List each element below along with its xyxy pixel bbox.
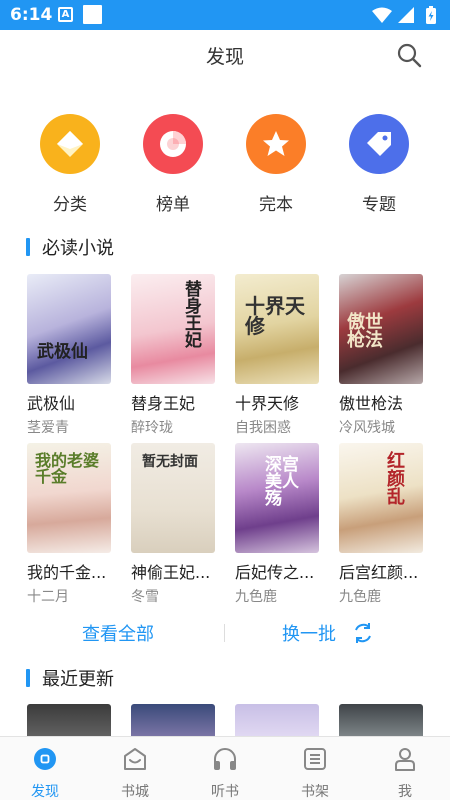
- cover-title: 十界天修: [245, 294, 305, 338]
- nav-discover[interactable]: 发现: [0, 737, 90, 800]
- book-cover: 暂无封面: [131, 443, 215, 553]
- bookshelf-icon: [304, 748, 326, 770]
- book-title: 后妃传之...: [235, 563, 315, 582]
- book-author: 醉玲珑: [131, 420, 173, 436]
- cover-title: 替身王妃: [185, 280, 202, 351]
- bookstore-icon: [124, 748, 146, 770]
- book-card[interactable]: 深宫美人殇 后妃传之... 九色鹿: [235, 443, 319, 606]
- action-divider: [224, 624, 225, 642]
- book-cover: 深宫美人殇: [235, 443, 319, 553]
- category-classify[interactable]: 分类: [25, 110, 115, 215]
- category-label: 榜单: [156, 195, 190, 215]
- nav-label: 书城: [121, 784, 149, 800]
- book-author: 十二月: [27, 589, 69, 605]
- cover-title: 我的老婆千金: [35, 451, 100, 486]
- book-author: 冷风残城: [339, 420, 395, 436]
- system-status-icons: [372, 6, 436, 24]
- notification-a-icon: A: [58, 7, 73, 22]
- book-card[interactable]: 暂无封面 神偷王妃... 冬雪: [131, 443, 215, 606]
- category-shortcuts: 分类 榜单 完本 专题: [0, 110, 450, 220]
- book-cover: 替身王妃: [131, 274, 215, 384]
- section-actions: 查看全部 换一批: [0, 616, 450, 650]
- category-finished[interactable]: 完本: [231, 110, 321, 215]
- book-author: 自我困惑: [235, 420, 291, 436]
- book-title: 武极仙: [27, 394, 76, 413]
- recent-book-cover[interactable]: [339, 704, 423, 736]
- section-title: 必读小说: [42, 238, 114, 259]
- nav-profile[interactable]: 我: [360, 737, 450, 800]
- book-card[interactable]: 武极仙 武极仙 茎爱青: [27, 274, 111, 437]
- book-cover: 傲世枪法: [339, 274, 423, 384]
- nav-bookstore[interactable]: 书城: [90, 737, 180, 800]
- cover-title: 武极仙: [37, 342, 88, 362]
- refresh-icon[interactable]: [352, 622, 374, 644]
- profile-icon: [395, 748, 415, 771]
- book-cover: 我的老婆千金: [27, 443, 111, 553]
- book-card[interactable]: 傲世枪法 傲世枪法 冷风残城: [339, 274, 423, 437]
- cover-title: 傲世枪法: [347, 312, 383, 351]
- bottom-navigation: 发现 书城 听书 书架 我: [0, 736, 450, 800]
- section-accent-bar: [26, 669, 30, 687]
- signal-icon: [398, 7, 414, 23]
- book-author: 九色鹿: [235, 589, 277, 605]
- refresh-batch-button[interactable]: 换一批: [282, 620, 336, 646]
- book-title: 后宫红颜...: [339, 563, 419, 582]
- diamond-icon: [40, 114, 100, 174]
- wifi-icon: [372, 7, 392, 23]
- recent-book-cover[interactable]: [235, 704, 319, 736]
- battery-icon: [426, 6, 436, 24]
- chart-ring-icon: [143, 114, 203, 174]
- category-label: 专题: [362, 195, 396, 215]
- page-title: 发现: [205, 46, 244, 68]
- nav-label: 书架: [301, 784, 329, 800]
- category-topics[interactable]: 专题: [334, 110, 424, 215]
- tag-icon: [349, 114, 409, 174]
- book-card[interactable]: 替身王妃 替身王妃 醉玲珑: [131, 274, 215, 437]
- status-bar: 6:14 A: [0, 0, 450, 30]
- category-ranking[interactable]: 榜单: [128, 110, 218, 215]
- book-title: 傲世枪法: [339, 394, 404, 413]
- star-icon: [246, 114, 306, 174]
- book-title: 十界天修: [235, 394, 300, 413]
- nav-audiobooks[interactable]: 听书: [180, 737, 270, 800]
- headphones-icon: [214, 748, 236, 770]
- search-icon[interactable]: [396, 42, 422, 68]
- recent-book-cover[interactable]: [131, 704, 215, 736]
- recent-book-cover[interactable]: [27, 704, 111, 736]
- book-cover: 武极仙: [27, 274, 111, 384]
- book-card[interactable]: 红颜乱 后宫红颜... 九色鹿: [339, 443, 423, 606]
- nav-label: 听书: [211, 784, 239, 800]
- cover-title: 红颜乱: [387, 451, 405, 508]
- notification-square-icon: [83, 5, 102, 24]
- category-label: 完本: [259, 195, 293, 215]
- app-header: 发现: [0, 30, 450, 82]
- nav-label: 发现: [31, 784, 59, 800]
- book-card[interactable]: 十界天修 十界天修 自我困惑: [235, 274, 319, 437]
- cover-title: 暂无封面: [142, 454, 198, 470]
- view-all-link[interactable]: 查看全部: [82, 620, 154, 646]
- book-card[interactable]: 我的老婆千金 我的千金... 十二月: [27, 443, 111, 606]
- recent-books-strip: [0, 704, 450, 736]
- book-author: 冬雪: [131, 589, 159, 605]
- status-time: 6:14: [10, 5, 53, 25]
- cover-title: 深宫美人殇: [265, 455, 299, 509]
- book-title: 神偷王妃...: [131, 563, 211, 582]
- nav-label: 我: [398, 784, 412, 800]
- book-cover: 十界天修: [235, 274, 319, 384]
- book-author: 茎爱青: [27, 420, 69, 436]
- book-author: 九色鹿: [339, 589, 381, 605]
- book-title: 我的千金...: [27, 563, 107, 582]
- section-title: 最近更新: [42, 669, 114, 690]
- discover-icon: [34, 748, 56, 770]
- book-title: 替身王妃: [131, 394, 196, 413]
- nav-bookshelf[interactable]: 书架: [270, 737, 360, 800]
- book-cover: 红颜乱: [339, 443, 423, 553]
- section-accent-bar: [26, 238, 30, 256]
- category-label: 分类: [53, 195, 87, 215]
